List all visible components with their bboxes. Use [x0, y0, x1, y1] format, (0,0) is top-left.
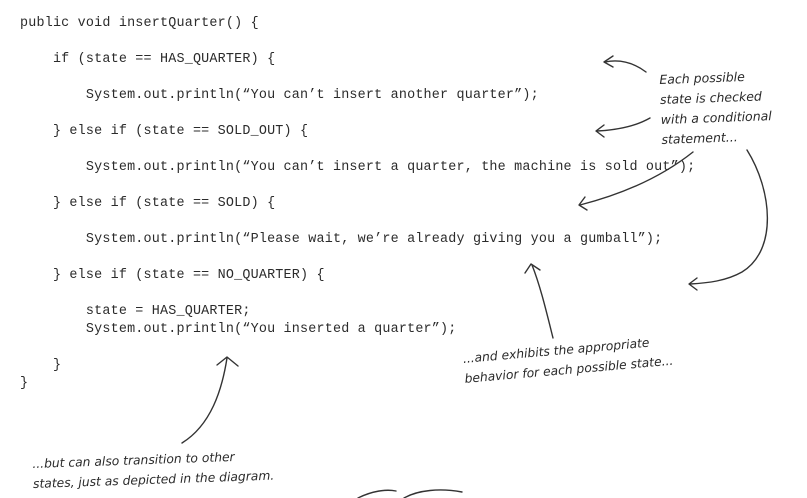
arrowhead-behavior-icon [524, 263, 541, 274]
annotation-arrows [181, 55, 768, 498]
arrow-to-transition-icon [181, 357, 228, 444]
partial-diagram-curve-icon [357, 489, 463, 498]
arrow-to-behavior-icon [531, 264, 554, 339]
arrow-to-no-quarter-icon [689, 149, 768, 285]
arrow-to-sold-icon [579, 151, 694, 206]
arrow-to-sold-out-icon [596, 117, 651, 132]
